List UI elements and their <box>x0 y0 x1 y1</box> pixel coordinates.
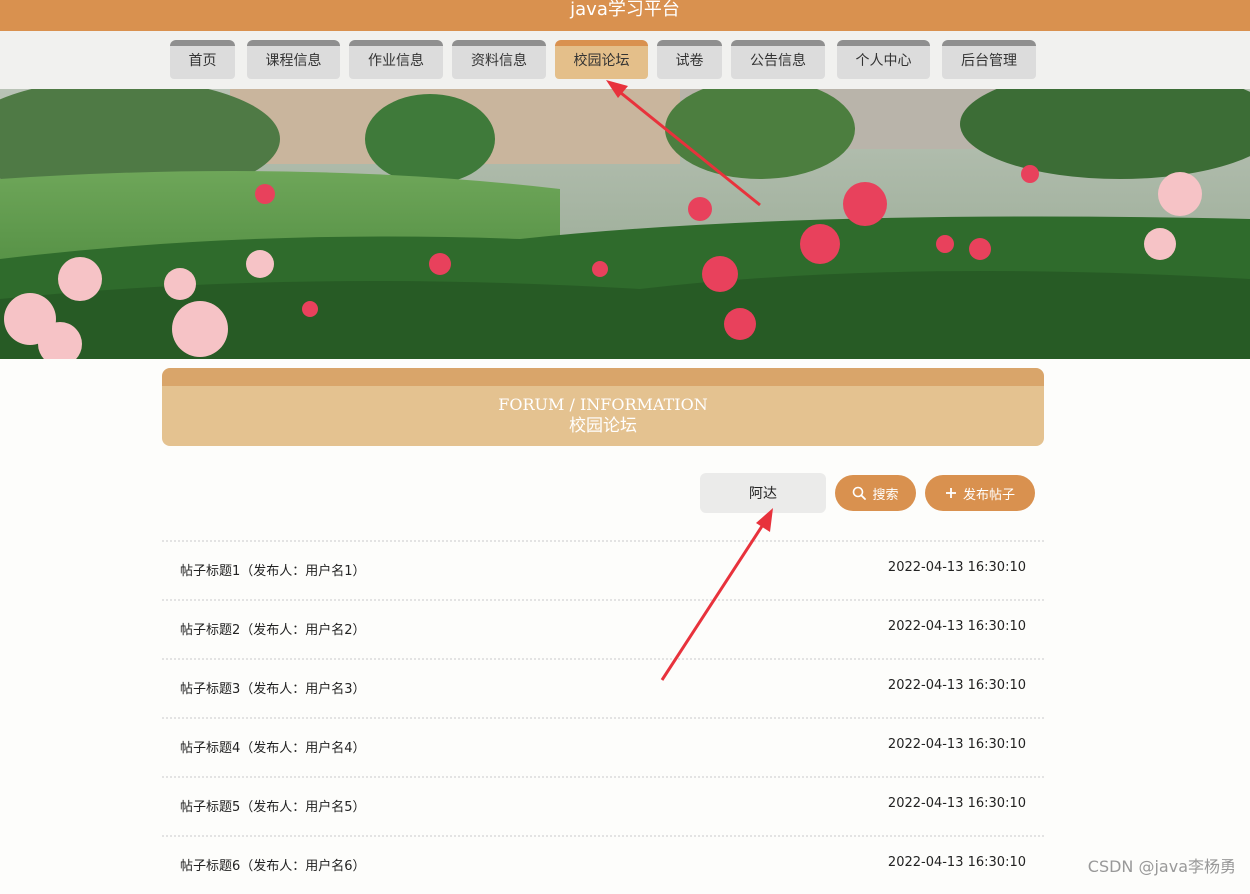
nav-admin[interactable]: 后台管理 <box>942 40 1036 79</box>
post-time: 2022-04-13 16:30:10 <box>887 619 1026 634</box>
post-time: 2022-04-13 16:30:10 <box>887 678 1026 693</box>
post-title[interactable]: 帖子标题1（发布人：用户名1） <box>180 560 366 579</box>
post-title[interactable]: 帖子标题3（发布人：用户名3） <box>180 678 366 697</box>
nav-exam[interactable]: 试卷 <box>657 40 722 79</box>
watermark: CSDN @java李杨勇 <box>1087 857 1236 876</box>
nav-homework-info[interactable]: 作业信息 <box>349 40 443 79</box>
post-title[interactable]: 帖子标题2（发布人：用户名2） <box>180 619 366 638</box>
post-row-1[interactable]: 帖子标题1（发布人：用户名1） 2022-04-13 16:30:10 <box>162 540 1044 599</box>
search-button-label: 搜索 <box>872 487 899 503</box>
post-time: 2022-04-13 16:30:10 <box>887 560 1026 575</box>
site-header: java学习平台 <box>0 0 1250 31</box>
nav-personal-center[interactable]: 个人中心 <box>837 40 930 79</box>
nav-campus-forum[interactable]: 校园论坛 <box>555 40 648 79</box>
search-icon <box>853 486 867 500</box>
post-time: 2022-04-13 16:30:10 <box>887 796 1026 811</box>
post-row-3[interactable]: 帖子标题3（发布人：用户名3） 2022-04-13 16:30:10 <box>162 658 1044 717</box>
publish-post-label: 发布帖子 <box>962 487 1015 503</box>
post-time: 2022-04-13 16:30:10 <box>887 855 1026 870</box>
peony-garden-image <box>0 89 1250 359</box>
search-button[interactable]: 搜索 <box>835 475 916 511</box>
section-title-en: FORUM / INFORMATION <box>498 395 708 414</box>
post-row-5[interactable]: 帖子标题5（发布人：用户名5） 2022-04-13 16:30:10 <box>162 776 1044 835</box>
post-list: 帖子标题1（发布人：用户名1） 2022-04-13 16:30:10 帖子标题… <box>162 540 1044 894</box>
post-title[interactable]: 帖子标题6（发布人：用户名6） <box>180 855 366 874</box>
publish-post-button[interactable]: 发布帖子 <box>925 475 1035 511</box>
section-header: FORUM / INFORMATION 校园论坛 <box>162 368 1044 446</box>
post-title[interactable]: 帖子标题4（发布人：用户名4） <box>180 737 366 756</box>
post-row-6[interactable]: 帖子标题6（发布人：用户名6） 2022-04-13 16:30:10 <box>162 835 1044 894</box>
site-title: java学习平台 <box>570 0 680 20</box>
plus-icon <box>945 488 956 498</box>
nav-notice-info[interactable]: 公告信息 <box>731 40 825 79</box>
main-nav: 首页 课程信息 作业信息 资料信息 校园论坛 试卷 公告信息 个人中心 后台管理 <box>0 31 1250 89</box>
nav-material-info[interactable]: 资料信息 <box>452 40 546 79</box>
post-row-2[interactable]: 帖子标题2（发布人：用户名2） 2022-04-13 16:30:10 <box>162 599 1044 658</box>
post-row-4[interactable]: 帖子标题4（发布人：用户名4） 2022-04-13 16:30:10 <box>162 717 1044 776</box>
search-input[interactable] <box>700 473 826 513</box>
banner-image <box>0 89 1250 359</box>
post-title[interactable]: 帖子标题5（发布人：用户名5） <box>180 796 366 815</box>
section-title-zh: 校园论坛 <box>569 416 637 436</box>
nav-home[interactable]: 首页 <box>170 40 235 79</box>
post-time: 2022-04-13 16:30:10 <box>887 737 1026 752</box>
nav-course-info[interactable]: 课程信息 <box>247 40 340 79</box>
